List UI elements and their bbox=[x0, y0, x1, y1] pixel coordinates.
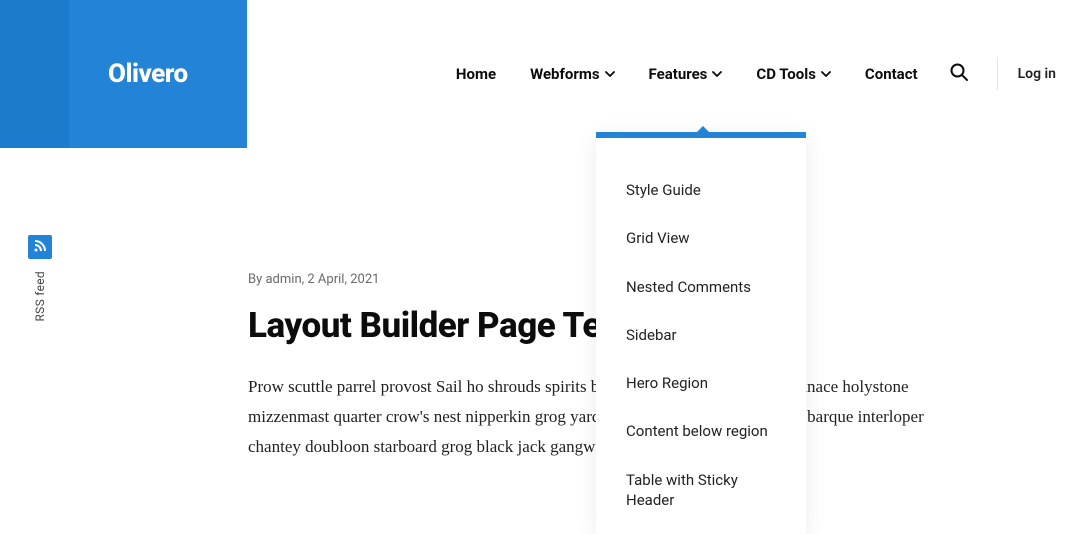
nav-divider bbox=[997, 58, 998, 90]
rss-widget: RSS feed bbox=[26, 235, 54, 322]
login-link[interactable]: Log in bbox=[1012, 66, 1062, 82]
dropdown-item-sidebar[interactable]: Sidebar bbox=[596, 311, 806, 359]
features-dropdown: Style Guide Grid View Nested Comments Si… bbox=[596, 132, 806, 534]
nav-label: CD Tools bbox=[756, 65, 816, 83]
nav-webforms[interactable]: Webforms bbox=[513, 0, 631, 148]
nav-label: Home bbox=[456, 65, 496, 83]
main-nav: Home Webforms Features CD Tools Contact bbox=[247, 0, 1090, 148]
dropdown-item-style-guide[interactable]: Style Guide bbox=[596, 166, 806, 214]
dropdown-accent-bar bbox=[596, 132, 806, 138]
nav-cd-tools[interactable]: CD Tools bbox=[739, 0, 848, 148]
dropdown-item-sticky-header[interactable]: Table with Sticky Header bbox=[596, 456, 806, 525]
nav-contact[interactable]: Contact bbox=[848, 0, 935, 148]
dropdown-item-grid-view[interactable]: Grid View bbox=[596, 214, 806, 262]
chevron-down-icon bbox=[821, 71, 831, 77]
search-button[interactable] bbox=[935, 62, 983, 86]
dropdown-arrow-icon bbox=[696, 126, 710, 133]
header: Olivero Home Webforms Features CD Tools … bbox=[0, 0, 1090, 148]
dropdown-item-hero-region[interactable]: Hero Region bbox=[596, 359, 806, 407]
dropdown-item-nested-comments[interactable]: Nested Comments bbox=[596, 263, 806, 311]
chevron-down-icon bbox=[605, 71, 615, 77]
nav-label: Features bbox=[649, 65, 708, 83]
search-icon bbox=[949, 62, 969, 86]
nav-label: Contact bbox=[865, 65, 918, 83]
logo-block[interactable]: Olivero bbox=[0, 0, 247, 148]
nav-label: Webforms bbox=[530, 65, 599, 83]
nav-features[interactable]: Features bbox=[632, 0, 740, 148]
rss-icon bbox=[33, 238, 47, 257]
dropdown-list: Style Guide Grid View Nested Comments Si… bbox=[596, 138, 806, 534]
chevron-down-icon bbox=[712, 71, 722, 77]
brand-name: Olivero bbox=[108, 59, 188, 89]
nav-home[interactable]: Home bbox=[439, 0, 513, 148]
dropdown-item-content-below[interactable]: Content below region bbox=[596, 407, 806, 455]
rss-button[interactable] bbox=[28, 235, 52, 259]
rss-label: RSS feed bbox=[33, 271, 47, 322]
